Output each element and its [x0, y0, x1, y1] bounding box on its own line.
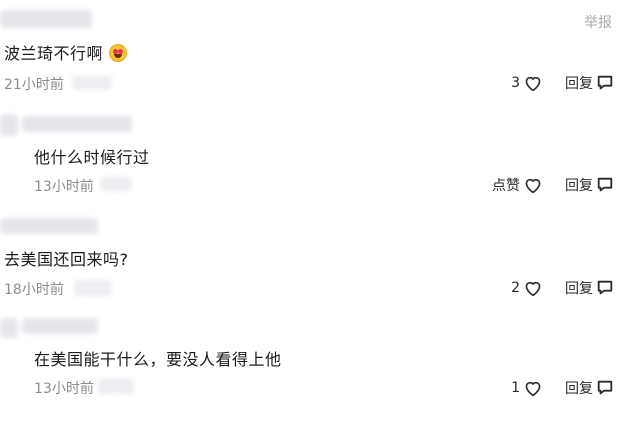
comment-time: 13小时前	[34, 381, 94, 397]
heart-icon	[520, 379, 543, 397]
heart-icon	[520, 279, 543, 297]
reply-label: 回复	[565, 381, 593, 397]
report-button[interactable]: 举报	[584, 12, 612, 32]
comment-bubble-icon	[593, 74, 614, 92]
redacted-location	[98, 378, 134, 394]
comment-bubble-icon	[593, 176, 614, 194]
comment-text: 在美国能干什么，要没人看得上他	[34, 350, 282, 369]
reply-button[interactable]: 回复	[565, 175, 614, 195]
comment-actions: 点赞 回复	[492, 175, 614, 195]
comment-actions: 1 回复	[511, 378, 614, 398]
comment-actions: 3 回复	[511, 73, 614, 93]
comment-text: 去美国还回来吗?	[4, 250, 129, 269]
redacted-username	[0, 218, 98, 234]
comment-bubble-icon	[593, 379, 614, 397]
redacted-location	[74, 280, 112, 296]
like-count: 1	[511, 380, 520, 396]
reply-button[interactable]: 回复	[565, 73, 614, 93]
like-button[interactable]: 3	[511, 74, 543, 92]
redacted-location	[100, 177, 132, 191]
comment-bubble-icon	[593, 279, 614, 297]
comment-time: 21小时前	[4, 77, 64, 93]
reply-button[interactable]: 回复	[565, 278, 614, 298]
comment-text: 波兰琦不行啊	[4, 40, 128, 64]
comment-text: 他什么时候行过	[34, 148, 150, 167]
like-count: 2	[511, 280, 520, 296]
comment-body: 波兰琦不行啊	[4, 44, 104, 63]
redacted-location	[72, 76, 112, 90]
reply-label: 回复	[565, 76, 593, 92]
comment-time: 13小时前	[34, 179, 94, 195]
redacted-username	[0, 114, 18, 136]
heart-icon	[520, 176, 543, 194]
like-count: 点赞	[492, 178, 520, 194]
like-count: 3	[511, 75, 520, 91]
like-button[interactable]: 1	[511, 379, 543, 397]
heart-eyes-emoji-icon	[109, 44, 128, 62]
reply-label: 回复	[565, 281, 593, 297]
heart-icon	[520, 74, 543, 92]
redacted-username	[22, 116, 132, 132]
redacted-username	[22, 318, 98, 334]
redacted-username	[0, 318, 18, 338]
redacted-username	[0, 10, 92, 28]
comment-time: 18小时前	[4, 282, 64, 298]
reply-label: 回复	[565, 178, 593, 194]
like-button[interactable]: 点赞	[492, 175, 543, 195]
comment-actions: 2 回复	[511, 278, 614, 298]
like-button[interactable]: 2	[511, 279, 543, 297]
reply-button[interactable]: 回复	[565, 378, 614, 398]
